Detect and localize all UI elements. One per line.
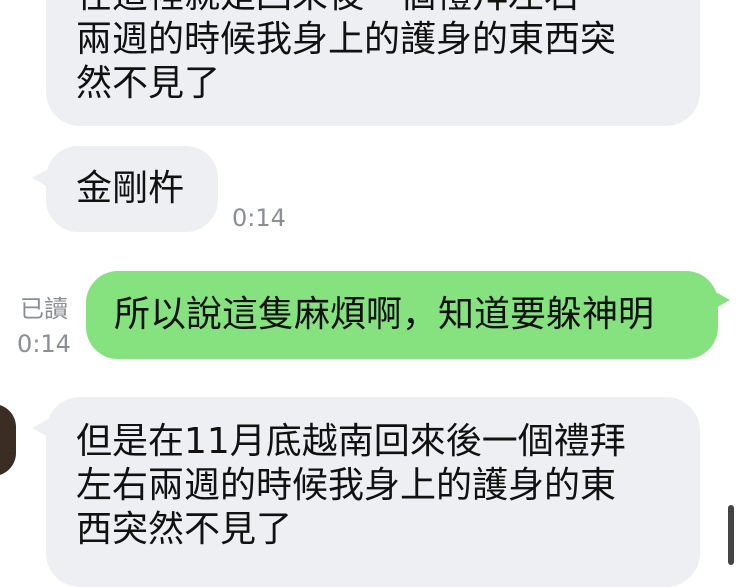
incoming-message-bubble[interactable]: 在這裡就是回來後一個禮拜左右 兩週的時候我身上的護身的東西突 然不見了 — [46, 0, 700, 126]
sender-avatar[interactable] — [0, 404, 16, 476]
chat-screen: { "messages": [ {"text": "在這裡就是回來後一個禮拜左右… — [0, 0, 740, 587]
incoming-message-bubble[interactable]: 金剛杵 — [46, 146, 218, 232]
read-receipt: 已讀 — [20, 295, 68, 323]
outgoing-message-bubble[interactable]: 所以說這隻麻煩啊，知道要躲神明 — [86, 271, 718, 359]
incoming-message-bubble[interactable]: 但是在11月底越南回來後一個禮拜 左右兩週的時候我身上的護身的東 西突然不見了 — [46, 397, 700, 587]
scrollbar[interactable] — [728, 505, 734, 565]
message-timestamp: 0:14 — [232, 204, 286, 232]
message-timestamp: 0:14 — [17, 330, 71, 358]
